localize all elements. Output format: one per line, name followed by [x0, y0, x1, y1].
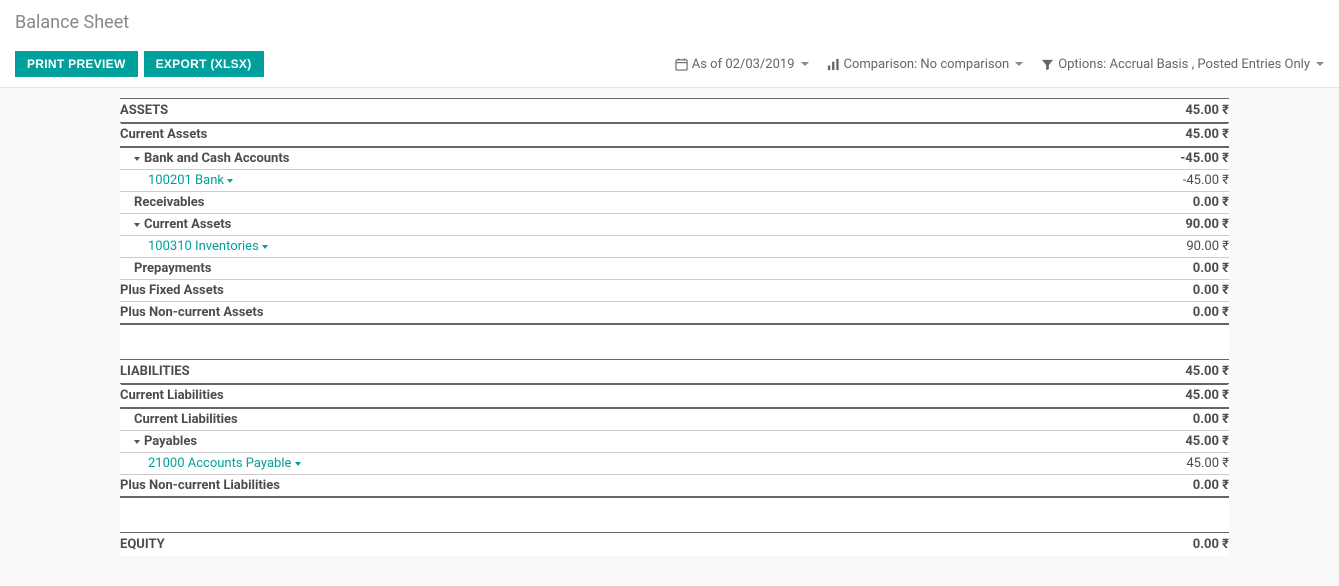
row-label: Bank and Cash Accounts: [120, 151, 1129, 166]
row-payables[interactable]: Payables 45.00 ₹: [120, 431, 1229, 453]
chevron-down-icon: [1015, 62, 1023, 66]
row-current-assets-sub[interactable]: Current Assets 90.00 ₹: [120, 214, 1229, 236]
section-amount: 0.00 ₹: [1129, 537, 1229, 552]
toolbar: PRINT PREVIEW EXPORT (XLSX) As of 02/03/…: [0, 51, 1339, 88]
chevron-down-icon: [262, 245, 268, 249]
row-amount: 90.00 ₹: [1129, 217, 1229, 232]
account-link[interactable]: 21000 Accounts Payable: [120, 456, 1129, 471]
options-filter-label: Options: Accrual Basis , Posted Entries …: [1058, 57, 1310, 72]
section-assets[interactable]: ASSETS 45.00 ₹: [120, 98, 1229, 123]
row-amount: 0.00 ₹: [1129, 283, 1229, 298]
row-label: Current Liabilities: [120, 388, 1129, 403]
account-link[interactable]: 100310 Inventories: [120, 239, 1129, 254]
row-amount: 0.00 ₹: [1129, 261, 1229, 276]
row-fixed-assets[interactable]: Plus Fixed Assets 0.00 ₹: [120, 280, 1229, 302]
row-label: Current Assets: [120, 127, 1129, 142]
row-bank-cash[interactable]: Bank and Cash Accounts -45.00 ₹: [120, 148, 1229, 170]
row-prepayments[interactable]: Prepayments 0.00 ₹: [120, 258, 1229, 280]
chevron-down-icon: [134, 223, 140, 227]
account-link[interactable]: 100201 Bank: [120, 173, 1129, 188]
report-body: ASSETS 45.00 ₹ Current Assets 45.00 ₹ Ba…: [0, 88, 1339, 586]
section-equity[interactable]: EQUITY 0.00 ₹: [120, 532, 1229, 556]
row-label: Plus Non-current Liabilities: [120, 478, 1129, 493]
section-label: EQUITY: [120, 537, 1129, 552]
section-amount: 45.00 ₹: [1129, 364, 1229, 379]
row-noncurrent-liabilities[interactable]: Plus Non-current Liabilities 0.00 ₹: [120, 475, 1229, 498]
row-noncurrent-assets[interactable]: Plus Non-current Assets 0.00 ₹: [120, 302, 1229, 325]
row-amount: 45.00 ₹: [1129, 456, 1229, 471]
chevron-down-icon: [227, 179, 233, 183]
row-amount: 0.00 ₹: [1129, 305, 1229, 320]
page-title: Balance Sheet: [15, 12, 1324, 33]
print-preview-button[interactable]: PRINT PREVIEW: [15, 51, 138, 77]
row-amount: 0.00 ₹: [1129, 478, 1229, 493]
export-xlsx-button[interactable]: EXPORT (XLSX): [144, 51, 264, 77]
options-filter[interactable]: Options: Accrual Basis , Posted Entries …: [1041, 57, 1324, 72]
row-receivables[interactable]: Receivables 0.00 ₹: [120, 192, 1229, 214]
comparison-filter-label: Comparison: No comparison: [844, 57, 1010, 72]
section-label: ASSETS: [120, 103, 1129, 118]
row-bank-account[interactable]: 100201 Bank -45.00 ₹: [120, 170, 1229, 192]
section-label: LIABILITIES: [120, 364, 1129, 379]
calendar-icon: [675, 58, 688, 71]
section-amount: 45.00 ₹: [1129, 103, 1229, 118]
row-amount: -45.00 ₹: [1129, 173, 1229, 188]
chevron-down-icon: [295, 462, 301, 466]
row-label: Prepayments: [120, 261, 1129, 276]
row-label: Receivables: [120, 195, 1129, 210]
row-amount: 0.00 ₹: [1129, 412, 1229, 427]
row-amount: 45.00 ₹: [1129, 388, 1229, 403]
row-amount: 45.00 ₹: [1129, 127, 1229, 142]
row-inventories[interactable]: 100310 Inventories 90.00 ₹: [120, 236, 1229, 258]
filter-icon: [1041, 58, 1054, 71]
date-filter[interactable]: As of 02/03/2019: [675, 57, 809, 72]
date-filter-label: As of 02/03/2019: [692, 57, 795, 72]
chevron-down-icon: [801, 62, 809, 66]
row-amount: -45.00 ₹: [1129, 151, 1229, 166]
bar-chart-icon: [827, 58, 840, 71]
row-label: Payables: [120, 434, 1129, 449]
row-label: Current Liabilities: [120, 412, 1129, 427]
row-accounts-payable[interactable]: 21000 Accounts Payable 45.00 ₹: [120, 453, 1229, 475]
comparison-filter[interactable]: Comparison: No comparison: [827, 57, 1024, 72]
chevron-down-icon: [134, 157, 140, 161]
row-label: Current Assets: [120, 217, 1129, 232]
row-current-liabilities-sub[interactable]: Current Liabilities 0.00 ₹: [120, 409, 1229, 431]
row-amount: 90.00 ₹: [1129, 239, 1229, 254]
row-current-liabilities[interactable]: Current Liabilities 45.00 ₹: [120, 384, 1229, 409]
section-liabilities[interactable]: LIABILITIES 45.00 ₹: [120, 359, 1229, 384]
chevron-down-icon: [134, 440, 140, 444]
row-amount: 45.00 ₹: [1129, 434, 1229, 449]
row-current-assets[interactable]: Current Assets 45.00 ₹: [120, 123, 1229, 148]
row-amount: 0.00 ₹: [1129, 195, 1229, 210]
row-label: Plus Fixed Assets: [120, 283, 1129, 298]
row-label: Plus Non-current Assets: [120, 305, 1129, 320]
chevron-down-icon: [1316, 62, 1324, 66]
